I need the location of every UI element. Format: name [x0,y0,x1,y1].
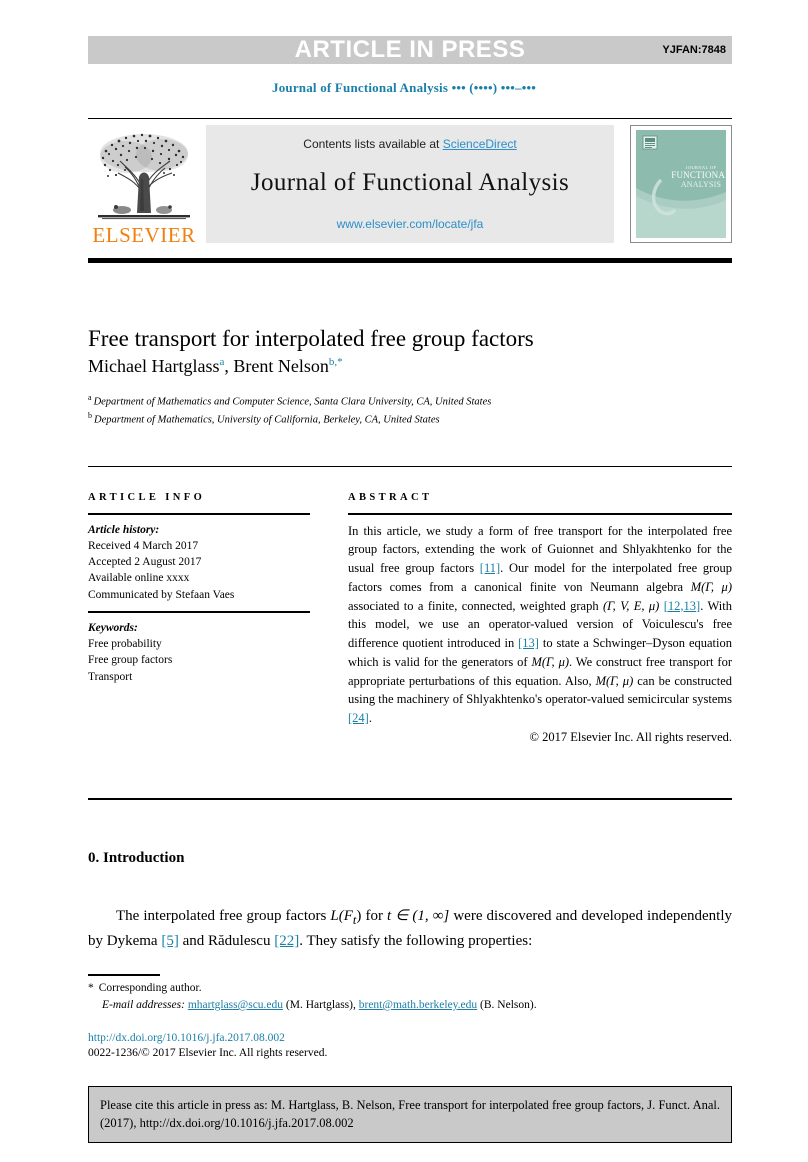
keywords-divider [88,611,310,613]
author-2-affiliation-marker[interactable]: b,* [329,356,343,368]
affiliation-a: a Department of Mathematics and Computer … [88,392,648,410]
doi-link[interactable]: http://dx.doi.org/10.1016/j.jfa.2017.08.… [88,1032,285,1044]
math-graph-1: (Γ, V, E, μ) [603,598,660,613]
email-2-owner: (B. Nelson). [477,999,537,1011]
abstract-part-3: associated to a finite, connected, weigh… [348,598,603,613]
info-section-rule [88,466,732,467]
corresponding-author-note: * Corresponding author. [88,982,202,994]
affiliation-b: b Department of Mathematics, University o… [88,410,648,428]
elsevier-wordmark: ELSEVIER [92,223,196,247]
page-title: Free transport for interpolated free gro… [88,326,534,352]
keyword-item: Transport [88,670,133,683]
email-link-hartglass[interactable]: mhartglass@scu.edu [188,999,283,1011]
intro-part-1: The interpolated free group factors [116,908,331,924]
masthead-top-rule [88,118,732,119]
cover-functional-label: FUNCTIONAL [671,170,731,180]
journal-running-head: Journal of Functional Analysis ••• (••••… [272,80,536,95]
affiliation-b-marker: b [88,410,92,420]
available-online-date: Available online xxxx [88,572,190,585]
citation-12-13-link[interactable]: [12,13] [664,599,700,613]
affiliation-a-text: Department of Mathematics and Computer S… [93,396,492,408]
affiliation-list: a Department of Mathematics and Computer … [88,392,648,427]
citation-13-link[interactable]: [13] [518,636,539,650]
abstract-copyright: © 2017 Elsevier Inc. All rights reserved… [529,729,732,744]
article-history-block: Article history: Received 4 March 2017 A… [88,522,310,604]
contents-prefix: Contents lists available at [303,137,443,151]
email-addresses-label: E-mail addresses: [102,999,185,1011]
abstract-column: ABSTRACT In this article, we study a for… [348,492,732,745]
article-history-label: Article history: [88,523,160,536]
math-algebra-1: M(Γ, μ) [690,579,732,594]
author-1-name: Michael Hartglass [88,356,220,376]
intro-part-4: and Rădulescu [178,933,275,950]
math-algebra-3: M(Γ, μ) [595,673,634,688]
abstract-text: In this article, we study a form of free… [348,522,732,728]
corresponding-author-marker: * [88,982,94,994]
corresponding-author-text: Corresponding author. [98,982,202,994]
journal-cover-thumbnail: JOURNAL OF FUNCTIONAL ANALYSIS [630,125,732,243]
abstract-heading: ABSTRACT [348,492,433,503]
math-algebra-2: M(Γ, μ) [531,654,570,669]
journal-title: Journal of Functional Analysis [250,169,570,196]
citation-22-link[interactable]: [22] [274,933,299,949]
keyword-item: Free group factors [88,654,173,667]
math-lft: L(F [330,908,353,924]
abstract-part-8: . [368,711,372,725]
masthead-bottom-rule [88,258,732,263]
received-date: Received 4 March 2017 [88,539,199,552]
affiliation-b-text: Department of Mathematics, University of… [94,414,440,426]
journal-cover-image: JOURNAL OF FUNCTIONAL ANALYSIS [631,126,731,242]
introduction-paragraph: The interpolated free group factors L(F t… [88,905,732,954]
email-link-nelson[interactable]: brent@math.berkeley.edu [359,999,477,1011]
accepted-date: Accepted 2 August 2017 [88,556,202,569]
keywords-label: Keywords: [88,621,138,634]
keyword-item: Free probability [88,637,162,650]
communicated-by: Communicated by Stefaan Vaes [88,588,235,601]
article-in-press-label: ARTICLE IN PRESS [294,36,526,63]
abstract-divider [348,513,732,515]
author-list: Michael Hartglassa, Brent Nelsonb,* [88,356,732,377]
elsevier-tree-icon [98,133,190,220]
sciencedirect-link[interactable]: ScienceDirect [443,137,517,151]
cite-this-article-box: Please cite this article in press as: M.… [88,1086,732,1144]
journal-banner: Contents lists available at ScienceDirec… [206,125,614,243]
article-info-heading: ARTICLE INFO [88,492,206,503]
article-info-divider [88,513,310,515]
body-section-rule [88,798,732,800]
article-in-press-banner: ARTICLE IN PRESS YJFAN:7848 [88,36,732,64]
author-2-name: , Brent Nelson [224,356,329,376]
citation-24-link[interactable]: [24] [348,711,369,725]
elsevier-logo: ELSEVIER [88,125,200,250]
citation-5-link[interactable]: [5] [161,933,179,949]
journal-masthead: ELSEVIER Contents lists available at Sci… [88,125,732,250]
article-info-column: ARTICLE INFO Article history: Received 4… [88,492,310,685]
intro-part-5: . They satisfy the following properties: [299,933,533,950]
article-first-page: ARTICLE IN PRESS YJFAN:7848 Journal of F… [0,0,808,1162]
footnote-rule [88,974,160,976]
section-heading-introduction: 0. Introduction [88,850,185,867]
affiliation-a-marker: a [88,393,92,402]
citation-11-link[interactable]: [11] [480,561,500,575]
article-code-label: YJFAN:7848 [662,44,726,56]
math-t-range: t ∈ (1, ∞] [387,908,450,924]
email-addresses-note: E-mail addresses: mhartglass@scu.edu (M.… [102,999,537,1011]
journal-homepage-link[interactable]: www.elsevier.com/locate/jfa [206,217,614,231]
contents-available-line: Contents lists available at ScienceDirec… [206,137,614,151]
intro-part-2: for [361,908,388,924]
keywords-block: Keywords: Free probability Free group fa… [88,620,310,685]
email-1-owner: (M. Hartglass), [283,999,359,1011]
issn-copyright-line: 0022-1236/© 2017 Elsevier Inc. All right… [88,1047,328,1059]
cover-analysis-label: ANALYSIS [681,180,721,189]
